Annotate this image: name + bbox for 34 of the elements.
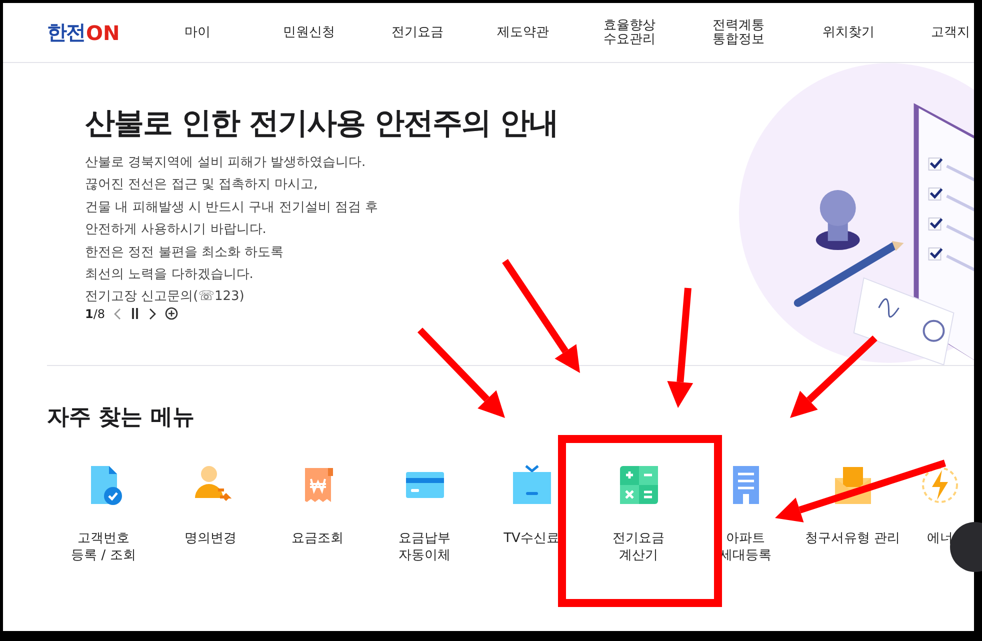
nav-link[interactable]: 마이 [142,26,253,40]
site-logo[interactable]: 한전ON [3,19,142,46]
menu-link[interactable]: 아파트 세대등록 [720,530,772,564]
banner-text: 안전하게 사용하시기 바랍니다. [85,221,268,240]
menu-link[interactable]: 명의변경 [184,530,236,547]
tv-icon[interactable] [510,464,552,506]
banner-text: 건물 내 피해발생 시 반드시 구내 전기설비 점검 후 [85,198,380,217]
nav-link[interactable]: 민원신청 [253,26,365,40]
menu-link[interactable]: 요금납부 자동이체 [398,530,450,564]
slide-counter: 1/8 [85,306,106,321]
nav-link[interactable]: 위치찾기 [794,26,903,40]
banner-text: 한전은 정전 불편을 최소화 하도록 [85,244,285,262]
banner-text: 산불로 경북지역에 설비 피해가 발생하였습니다. [85,154,367,172]
menu-link[interactable]: 청구서유형 관리 [804,530,900,547]
section-title: 자주 찾는 메뉴 [47,404,196,432]
calculator-icon[interactable] [618,464,660,506]
plus-circle-icon[interactable] [165,307,178,320]
banner-title: 산불로 인한 전기사용 안전주의 안내 [85,105,559,143]
banner-text: 최선의 노력을 다하겠습니다. [85,266,254,284]
menu-link[interactable]: 요금조회 [292,530,344,547]
nav-link[interactable]: 효율향상 수요관리 [576,18,683,46]
menu-link[interactable]: TV수신료 [504,530,560,547]
previous-icon[interactable] [114,308,122,320]
banner-text: 전기고장 신고문의(☏123) [85,288,246,306]
menu-link[interactable]: 에너 [927,530,953,547]
pause-icon[interactable] [131,308,140,320]
nav-link[interactable]: 제도약관 [470,26,576,40]
nav-link[interactable]: 전력계통 통합정보 [683,18,794,46]
menu-link[interactable]: 고객번호 등록 / 조회 [71,530,136,564]
banner-text: 끊어진 전선은 접근 및 접촉하지 마시고, [85,176,319,194]
next-icon[interactable] [148,308,156,320]
nav-link[interactable]: 고객지 [903,26,973,40]
menu-link[interactable]: 전기요금 계산기 [612,530,664,564]
nav-link[interactable]: 전기요금 [365,26,470,40]
